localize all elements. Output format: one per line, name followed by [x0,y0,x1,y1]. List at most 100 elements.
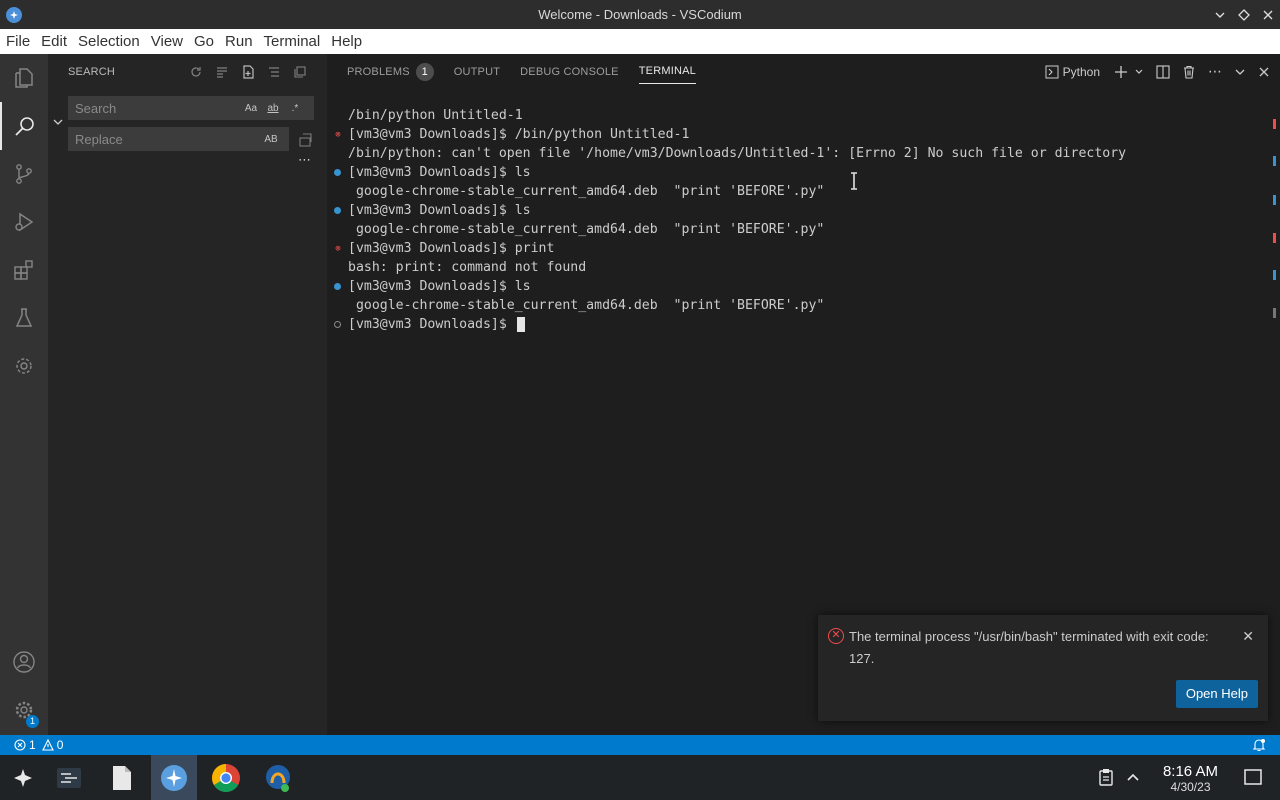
window-title: Welcome - Downloads - VSCodium [538,7,742,22]
os-taskbar: 8:16 AM 4/30/23 [0,755,1280,800]
terminal-line: google-chrome-stable_current_amd64.deb "… [348,184,825,199]
terminal-line: [vm3@vm3 Downloads]$ /bin/python Untitle… [348,127,690,142]
preserve-case-toggle[interactable]: AB [262,134,280,145]
menu-go[interactable]: Go [188,29,219,54]
command-decoration-error[interactable]: ⊗ [334,131,342,140]
terminal-line: bash: print: command not found [348,260,587,275]
open-help-button[interactable]: Open Help [1175,680,1258,708]
close-window-icon[interactable] [1256,0,1280,29]
command-decoration-pending[interactable] [334,321,341,328]
split-terminal-icon[interactable] [1156,64,1170,79]
error-icon: ✕ [828,628,844,644]
view-as-tree-icon[interactable] [265,63,283,81]
shell-app-icon[interactable] [255,755,301,800]
search-icon[interactable] [0,102,48,150]
maximize-panel-chevron-icon[interactable] [1234,66,1246,78]
tab-debug-console-label: DEBUG CONSOLE [520,65,619,78]
collapse-all-icon[interactable] [291,63,309,81]
activity-bar: 1 [0,54,48,735]
taskbar-clock[interactable]: 8:16 AM 4/30/23 [1162,763,1218,795]
problems-status-item[interactable]: 1 0 [14,738,63,752]
accounts-icon[interactable] [0,638,48,686]
show-desktop-icon[interactable] [1244,769,1262,790]
close-panel-icon[interactable] [1258,66,1270,78]
command-decoration-error[interactable]: ⊗ [334,245,342,254]
menu-file[interactable]: File [0,29,35,54]
terminal-line: [vm3@vm3 Downloads]$ ls [348,279,531,294]
vscodium-taskbar-icon[interactable] [151,755,197,800]
terminal-line: google-chrome-stable_current_amd64.deb "… [348,298,825,313]
toggle-replace-chevron-icon[interactable] [52,115,64,133]
terminal-line: /bin/python: can't open file '/home/vm3/… [348,146,1127,161]
use-regex-toggle[interactable]: .* [286,103,304,114]
source-control-icon[interactable] [0,150,48,198]
testing-icon[interactable] [0,294,48,342]
error-count: 1 [29,738,36,752]
chrome-icon[interactable] [203,755,249,800]
explorer-icon[interactable] [0,54,48,102]
problems-count-badge: 1 [415,62,434,81]
search-sidebar: SEARCH Aa ab .* AB ⋯ [48,54,327,735]
replace-all-icon[interactable] [298,132,314,153]
notifications-bell-icon[interactable] [1252,738,1266,755]
maximize-icon[interactable] [1232,0,1256,29]
extensions-icon[interactable] [0,246,48,294]
menu-help[interactable]: Help [325,29,367,54]
ruler-mark-cursor [1273,308,1276,318]
command-decoration-success[interactable] [334,169,341,176]
tab-terminal-label: TERMINAL [638,65,696,84]
clipboard-icon[interactable] [1098,768,1114,791]
title-bar: Welcome - Downloads - VSCodium [0,0,1280,29]
terminal-line: [vm3@vm3 Downloads]$ ls [348,203,531,218]
clock-time: 8:16 AM [1162,763,1218,780]
command-decoration-success[interactable] [334,207,341,214]
clear-results-icon[interactable] [213,63,231,81]
menu-view[interactable]: View [145,29,188,54]
terminal-dropdown-chevron-icon[interactable] [1134,67,1144,77]
notification-message: The terminal process "/usr/bin/bash" ter… [849,629,1209,666]
ruler-mark-success [1273,270,1276,280]
terminal-icon [1045,65,1059,78]
error-status-icon [14,739,26,751]
menu-bar: File Edit Selection View Go Run Terminal… [0,29,1280,54]
run-debug-icon[interactable] [0,198,48,246]
new-terminal-icon[interactable] [1114,65,1128,79]
remote-settings-icon[interactable] [0,342,48,390]
tab-problems[interactable]: PROBLEMS 1 [337,54,444,89]
tab-problems-label: PROBLEMS [347,65,410,78]
tab-terminal[interactable]: TERMINAL [629,54,706,89]
match-whole-word-toggle[interactable]: ab [264,103,282,114]
menu-selection[interactable]: Selection [72,29,145,54]
terminal-line: [vm3@vm3 Downloads]$ print [348,241,555,256]
tray-expand-chevron-icon[interactable] [1126,770,1140,789]
terminal-profile-selector[interactable]: Python [1045,65,1100,79]
toggle-search-details-icon[interactable]: ⋯ [298,152,311,168]
terminal-line: [vm3@vm3 Downloads]$ [348,315,525,334]
command-decoration-success[interactable] [334,283,341,290]
refresh-icon[interactable] [187,63,205,81]
more-actions-icon[interactable]: ⋯ [1208,63,1222,80]
panel-tab-bar: PROBLEMS 1 OUTPUT DEBUG CONSOLE TERMINAL… [327,54,1280,89]
tab-output[interactable]: OUTPUT [444,54,510,89]
terminal-cursor [516,316,525,332]
tab-output-label: OUTPUT [453,65,501,78]
tab-debug-console[interactable]: DEBUG CONSOLE [510,54,629,89]
menu-terminal[interactable]: Terminal [258,29,326,54]
kill-terminal-trash-icon[interactable] [1182,65,1196,79]
files-icon[interactable] [99,755,145,800]
menu-edit[interactable]: Edit [35,29,72,54]
manage-gear-icon[interactable]: 1 [0,686,48,734]
minimize-icon[interactable] [1208,0,1232,29]
terminal-line: [vm3@vm3 Downloads]$ ls [348,165,531,180]
app-launcher-icon[interactable] [0,755,46,800]
new-search-editor-icon[interactable] [239,63,257,81]
search-input[interactable] [68,100,238,116]
replace-input[interactable] [68,131,258,147]
terminal-line: /bin/python Untitled-1 [348,108,523,123]
match-case-toggle[interactable]: Aa [242,103,260,114]
close-notification-icon[interactable]: ✕ [1242,628,1254,645]
menu-run[interactable]: Run [219,29,258,54]
terminal-profile-name: Python [1062,64,1100,79]
task-manager-icon[interactable] [46,755,92,800]
replace-field: AB [68,127,289,151]
